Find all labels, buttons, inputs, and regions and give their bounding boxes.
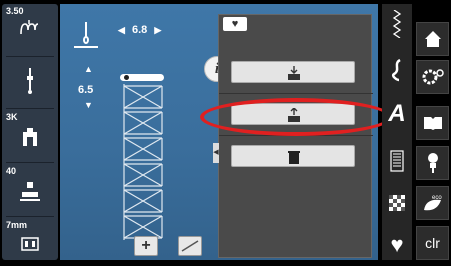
presser-foot-id: 3K — [6, 112, 18, 122]
foot-pressure-icon — [2, 182, 58, 207]
width-increase-icon[interactable]: ▶ — [154, 25, 161, 36]
home-icon — [424, 31, 441, 47]
width-decrease-icon[interactable]: ◀ — [118, 25, 125, 36]
eco-icon: eco — [423, 195, 442, 211]
stitch-category-strip: A ♥ — [382, 4, 412, 260]
stitch-preview — [118, 74, 170, 242]
upper-thread-tension-tile[interactable]: 3.50 — [2, 4, 58, 54]
tension-value: 3.50 — [6, 6, 24, 16]
needle-position-tile[interactable] — [2, 58, 58, 106]
needle-icon — [2, 68, 58, 101]
eco-button[interactable]: eco — [416, 186, 449, 220]
length-increase-icon[interactable]: ▲ — [84, 64, 93, 74]
length-decrease-icon[interactable]: ▼ — [84, 100, 93, 110]
pressure-value: 40 — [6, 166, 17, 176]
memory-save-button[interactable] — [231, 61, 355, 83]
presser-foot-icon — [2, 128, 58, 153]
highlight-annotation-ring — [200, 98, 392, 136]
quilt-stitches-icon[interactable] — [382, 194, 412, 217]
book-icon — [423, 117, 442, 130]
clear-button[interactable]: clr — [416, 226, 449, 260]
memory-panel: ♥ ◀ — [213, 14, 373, 258]
panel-collapse-handle[interactable]: ◀ — [213, 143, 219, 163]
alphabet-category[interactable]: A — [382, 100, 412, 128]
svg-text:eco: eco — [432, 195, 442, 201]
needle-width-button[interactable] — [72, 14, 100, 50]
dress-form-icon — [427, 153, 438, 173]
presser-foot-pressure-tile[interactable]: 40 — [2, 164, 58, 214]
home-button[interactable] — [416, 22, 449, 56]
memory-heart-icon[interactable]: ♥ — [382, 232, 412, 258]
advisor-button[interactable] — [416, 146, 449, 180]
pen-tool-button[interactable] — [178, 236, 202, 256]
feed-dog-value: 7mm — [6, 220, 28, 230]
settings-icon — [422, 69, 444, 85]
sewing-machine-screen: 3.50 3K 40 7mm ◀ 6.8 ▶ i ▲ 6.5 ▼ + ♥ ◀ A… — [0, 0, 451, 266]
decorative-stitches-icon[interactable] — [382, 58, 412, 87]
thread-tension-icon — [2, 20, 58, 41]
right-function-column: eco clr — [416, 4, 449, 260]
feed-dog-icon — [2, 236, 58, 257]
stitch-pattern-icon — [123, 84, 163, 240]
stitch-width-control[interactable]: ◀ 6.8 ▶ — [118, 24, 161, 36]
memory-delete-button[interactable] — [231, 145, 355, 167]
buttonhole-icon[interactable] — [382, 150, 412, 177]
left-settings-column: 3.50 3K 40 7mm — [2, 4, 58, 260]
stitch-edit-panel: ◀ 6.8 ▶ i ▲ 6.5 ▼ + ♥ ◀ — [60, 4, 392, 260]
stitch-scroll-bar[interactable] — [120, 74, 164, 81]
setup-button[interactable] — [416, 60, 449, 94]
presser-foot-tile[interactable]: 3K — [2, 110, 58, 160]
trash-icon — [288, 151, 300, 164]
feed-dog-tile[interactable]: 7mm — [2, 218, 58, 260]
save-to-memory-icon — [288, 66, 300, 80]
heart-icon[interactable]: ♥ — [223, 17, 247, 31]
practical-stitches-icon[interactable] — [382, 9, 412, 43]
tutorial-button[interactable] — [416, 106, 449, 140]
add-button[interactable]: + — [134, 236, 158, 256]
stitch-length-value: 6.5 — [78, 84, 94, 96]
stitch-width-value: 6.8 — [131, 24, 148, 36]
